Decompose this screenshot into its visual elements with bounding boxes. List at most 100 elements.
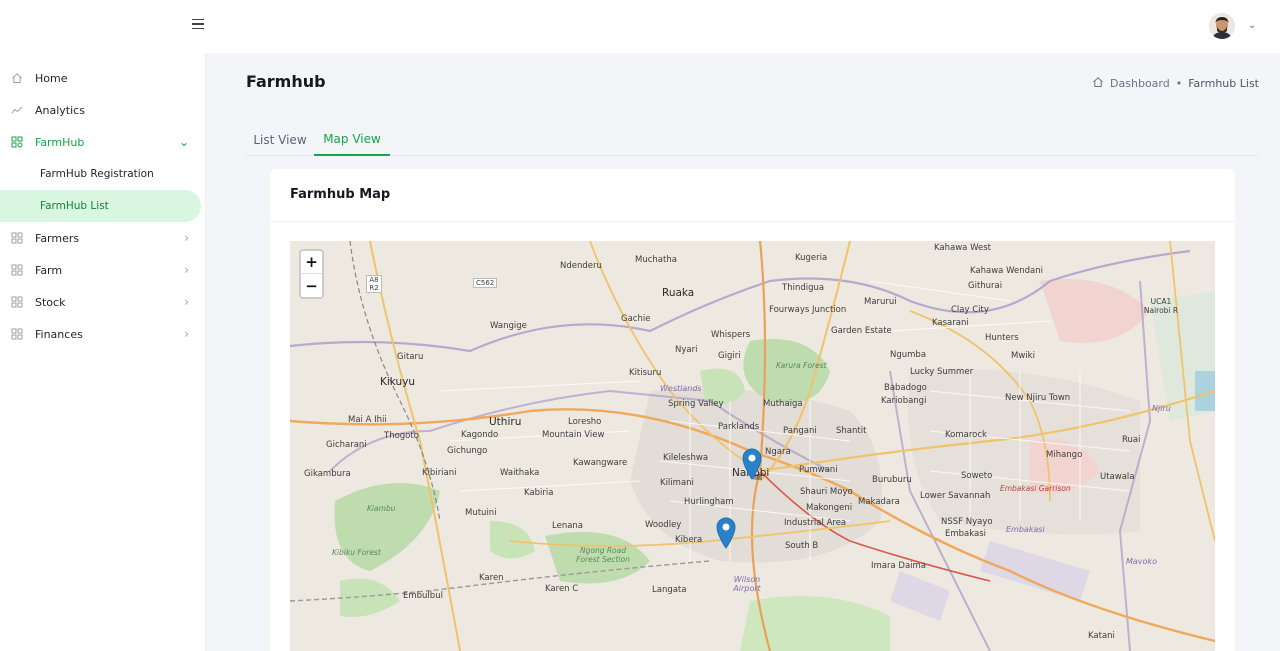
map-label: Mavoko [1126, 557, 1157, 566]
chevron-down-icon: ⌄ [178, 135, 189, 149]
map-label: Uthiru [489, 416, 522, 428]
zoom-out-button[interactable]: − [301, 274, 322, 297]
tab-list-view[interactable]: List View [246, 124, 314, 156]
map-label: Gachie [621, 314, 651, 324]
home-icon [11, 72, 23, 84]
home-icon [1092, 76, 1104, 91]
map-label: Lenana [552, 521, 584, 531]
grid-icon [11, 328, 23, 340]
card-divider [270, 221, 1235, 222]
map-label: Shauri Moyo [800, 487, 853, 497]
sidebar-item-analytics[interactable]: Analytics [0, 94, 201, 126]
map-label: Wilson Airport [733, 575, 761, 593]
map-label: Kilimani [660, 478, 694, 488]
map-label: Karura Forest [776, 361, 827, 370]
sidebar: Home Analytics FarmHub ⌄ FarmHub Registr… [0, 53, 206, 651]
sidebar-subitem-farmhub-list[interactable]: FarmHub List [0, 190, 201, 222]
map-label: Langata [652, 585, 687, 595]
map-label: Kiambu [367, 504, 396, 513]
sidebar-item-label: Home [35, 71, 68, 85]
breadcrumb-separator: • [1175, 77, 1183, 90]
trend-line-icon [11, 104, 23, 116]
map-label: Gichungo [447, 446, 488, 456]
sidebar-item-stock[interactable]: Stock › [0, 286, 201, 318]
farmhub-map[interactable]: Ndenderu Muchatha Kugeria Kahawa West Ka… [290, 241, 1215, 651]
grid-icon [11, 264, 23, 276]
map-label: Waithaka [500, 468, 540, 478]
map-label: Kariobangi [881, 396, 927, 406]
map-label: Kabiria [524, 488, 554, 498]
breadcrumb: Dashboard • Farmhub List [1092, 76, 1259, 91]
grid-icon [11, 136, 23, 148]
map-label: Woodley [645, 520, 682, 530]
tab-map-view[interactable]: Map View [314, 124, 390, 156]
map-label: Pangani [783, 426, 817, 436]
map-label: Muchatha [635, 255, 677, 265]
map-label: Embakasi [1006, 525, 1045, 534]
map-label: Utawala [1100, 472, 1135, 482]
map-label: Kikuyu [380, 376, 416, 388]
map-label: Babadogo [884, 383, 927, 393]
sidebar-subitem-label: FarmHub List [40, 200, 109, 212]
map-label: Ruai [1122, 435, 1141, 445]
map-marker-icon[interactable] [716, 517, 736, 549]
map-label: Mwiki [1011, 351, 1035, 361]
sidebar-item-home[interactable]: Home [0, 62, 201, 94]
sidebar-item-farmhub[interactable]: FarmHub ⌄ [0, 126, 201, 158]
map-label: Parklands [718, 422, 760, 432]
chevron-right-icon: › [184, 327, 189, 341]
map-label: Thindigua [782, 283, 825, 293]
chevron-right-icon: › [184, 231, 189, 245]
map-label: Kahawa West [934, 243, 991, 253]
map-label: Njiru [1152, 404, 1171, 413]
hamburger-icon[interactable] [188, 14, 208, 34]
map-label: Karen [479, 573, 504, 583]
map-label: Gigiri [718, 351, 741, 361]
map-label: Ngong Road Forest Section [576, 546, 630, 564]
map-label: Soweto [961, 471, 993, 481]
chevron-down-icon[interactable]: ⌄ [1248, 20, 1256, 31]
map-label: Ndenderu [560, 261, 602, 271]
map-label: Westlands [660, 384, 702, 393]
map-label: Kitisuru [629, 368, 662, 378]
map-label: Clay City [951, 305, 989, 315]
sidebar-item-label: Farmers [35, 231, 80, 245]
map-label: Githurai [968, 281, 1003, 291]
map-label: Industrial Area [784, 518, 847, 528]
card-title: Farmhub Map [290, 187, 391, 202]
map-label: Fourways Junction [769, 305, 847, 315]
map-label: Makongeni [806, 503, 853, 513]
map-label: Mai A Ihii [348, 415, 387, 425]
sidebar-item-label: Analytics [35, 103, 85, 117]
map-label: Lower Savannah [920, 491, 991, 501]
breadcrumb-dashboard-link[interactable]: Dashboard [1110, 77, 1170, 90]
sidebar-item-farmers[interactable]: Farmers › [0, 222, 201, 254]
sidebar-subitem-farmhub-registration[interactable]: FarmHub Registration [0, 158, 201, 190]
map-label: Wangige [490, 321, 527, 331]
grid-icon [11, 296, 23, 308]
map-label: Kileleshwa [663, 453, 709, 463]
sidebar-item-label: Farm [35, 263, 63, 277]
map-label: Lucky Summer [910, 367, 974, 377]
map-label: Katani [1088, 631, 1115, 641]
top-bar: ⌄ [0, 0, 1280, 53]
map-label: Gitaru [397, 352, 424, 362]
map-marker-icon[interactable] [742, 448, 762, 480]
map-label: Embakasi Garrison [1000, 484, 1071, 493]
zoom-control: + − [299, 249, 324, 299]
map-label: Kibiku Forest [332, 548, 381, 557]
map-label: South B [785, 541, 819, 551]
map-label: Garden Estate [831, 326, 892, 336]
map-label: Embakasi [945, 529, 987, 539]
map-label: Komarock [945, 430, 987, 440]
sidebar-item-farm[interactable]: Farm › [0, 254, 201, 286]
sidebar-item-label: Stock [35, 295, 66, 309]
avatar[interactable] [1209, 13, 1235, 39]
zoom-in-button[interactable]: + [301, 251, 322, 274]
sidebar-item-finances[interactable]: Finances › [0, 318, 201, 350]
map-label: Kugeria [795, 253, 828, 263]
map-label: Kibera [675, 535, 703, 545]
map-label: Kibiriani [422, 468, 457, 478]
map-label: Mihango [1046, 450, 1083, 460]
map-label: Muthaiga [763, 399, 803, 409]
